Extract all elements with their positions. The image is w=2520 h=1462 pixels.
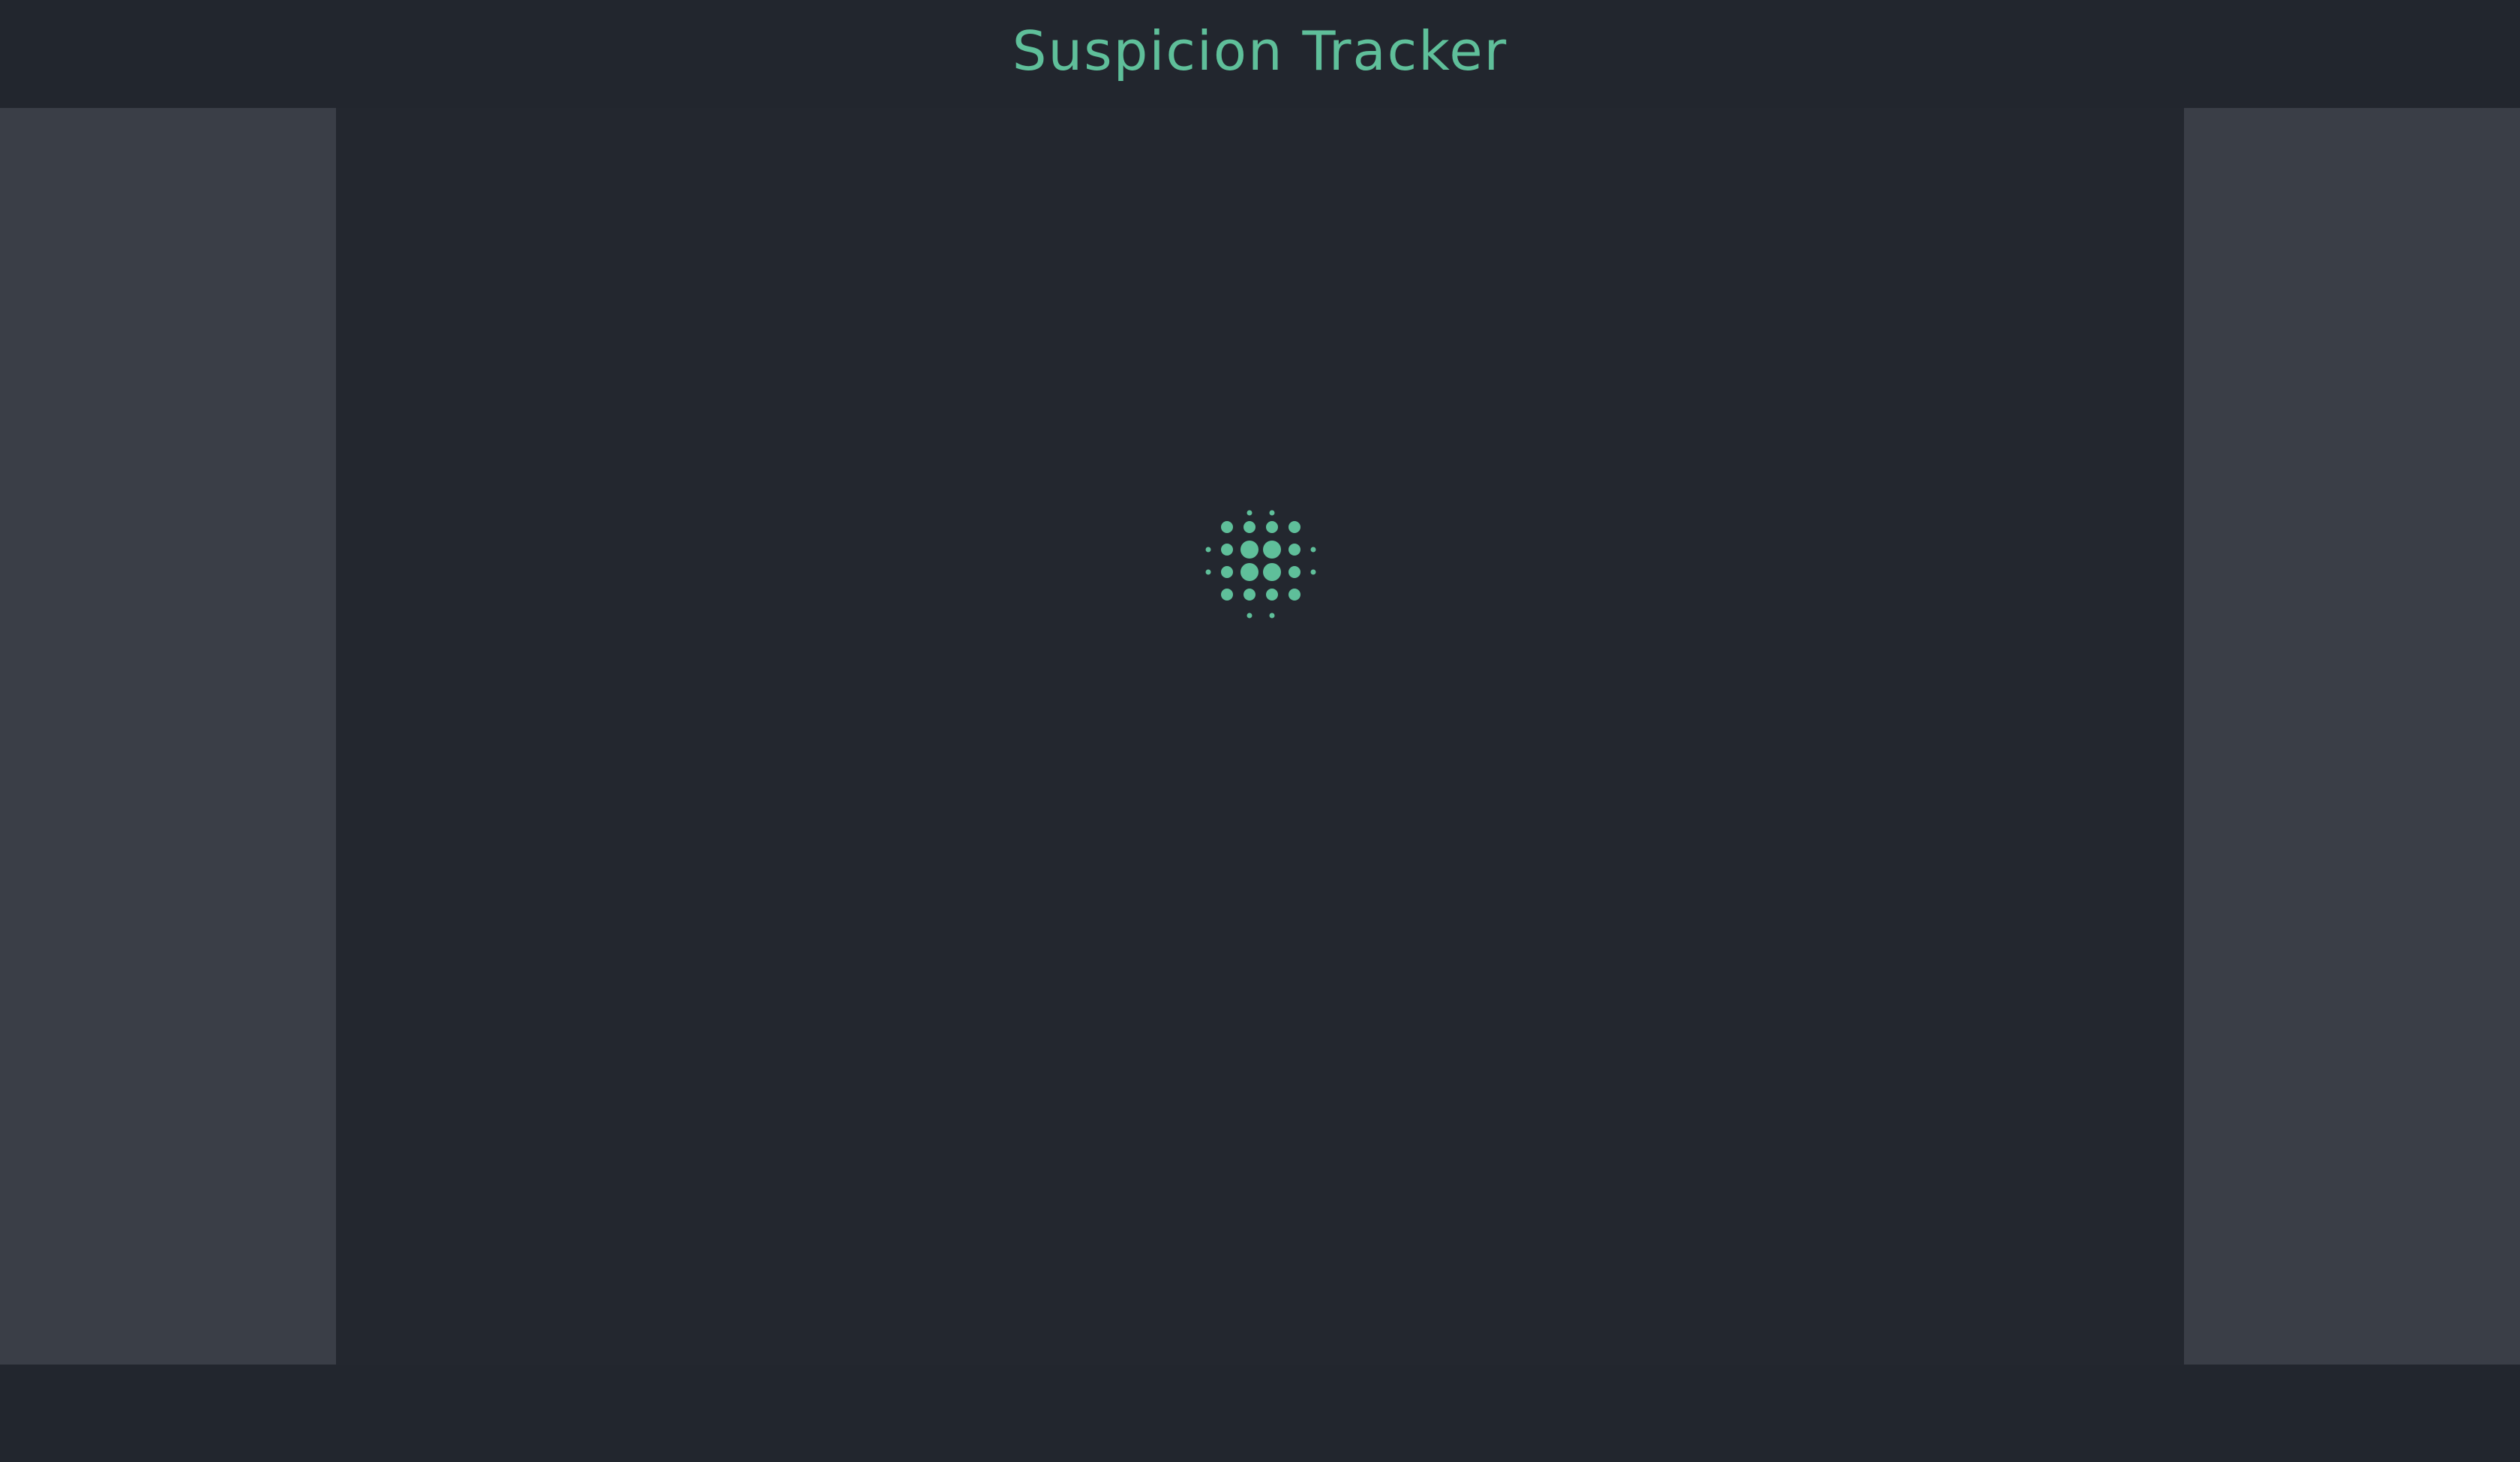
right-side-panel <box>2184 108 2520 1365</box>
loading-spinner-icon <box>1205 510 1316 619</box>
app-window: Suspicion Tracker <box>0 0 2520 1462</box>
footer-bar <box>0 1365 2520 1462</box>
header-bar: Suspicion Tracker <box>0 0 2520 108</box>
left-side-panel <box>0 108 336 1365</box>
app-title: Suspicion Tracker <box>1012 19 1508 82</box>
main-content-area <box>336 108 2184 1365</box>
